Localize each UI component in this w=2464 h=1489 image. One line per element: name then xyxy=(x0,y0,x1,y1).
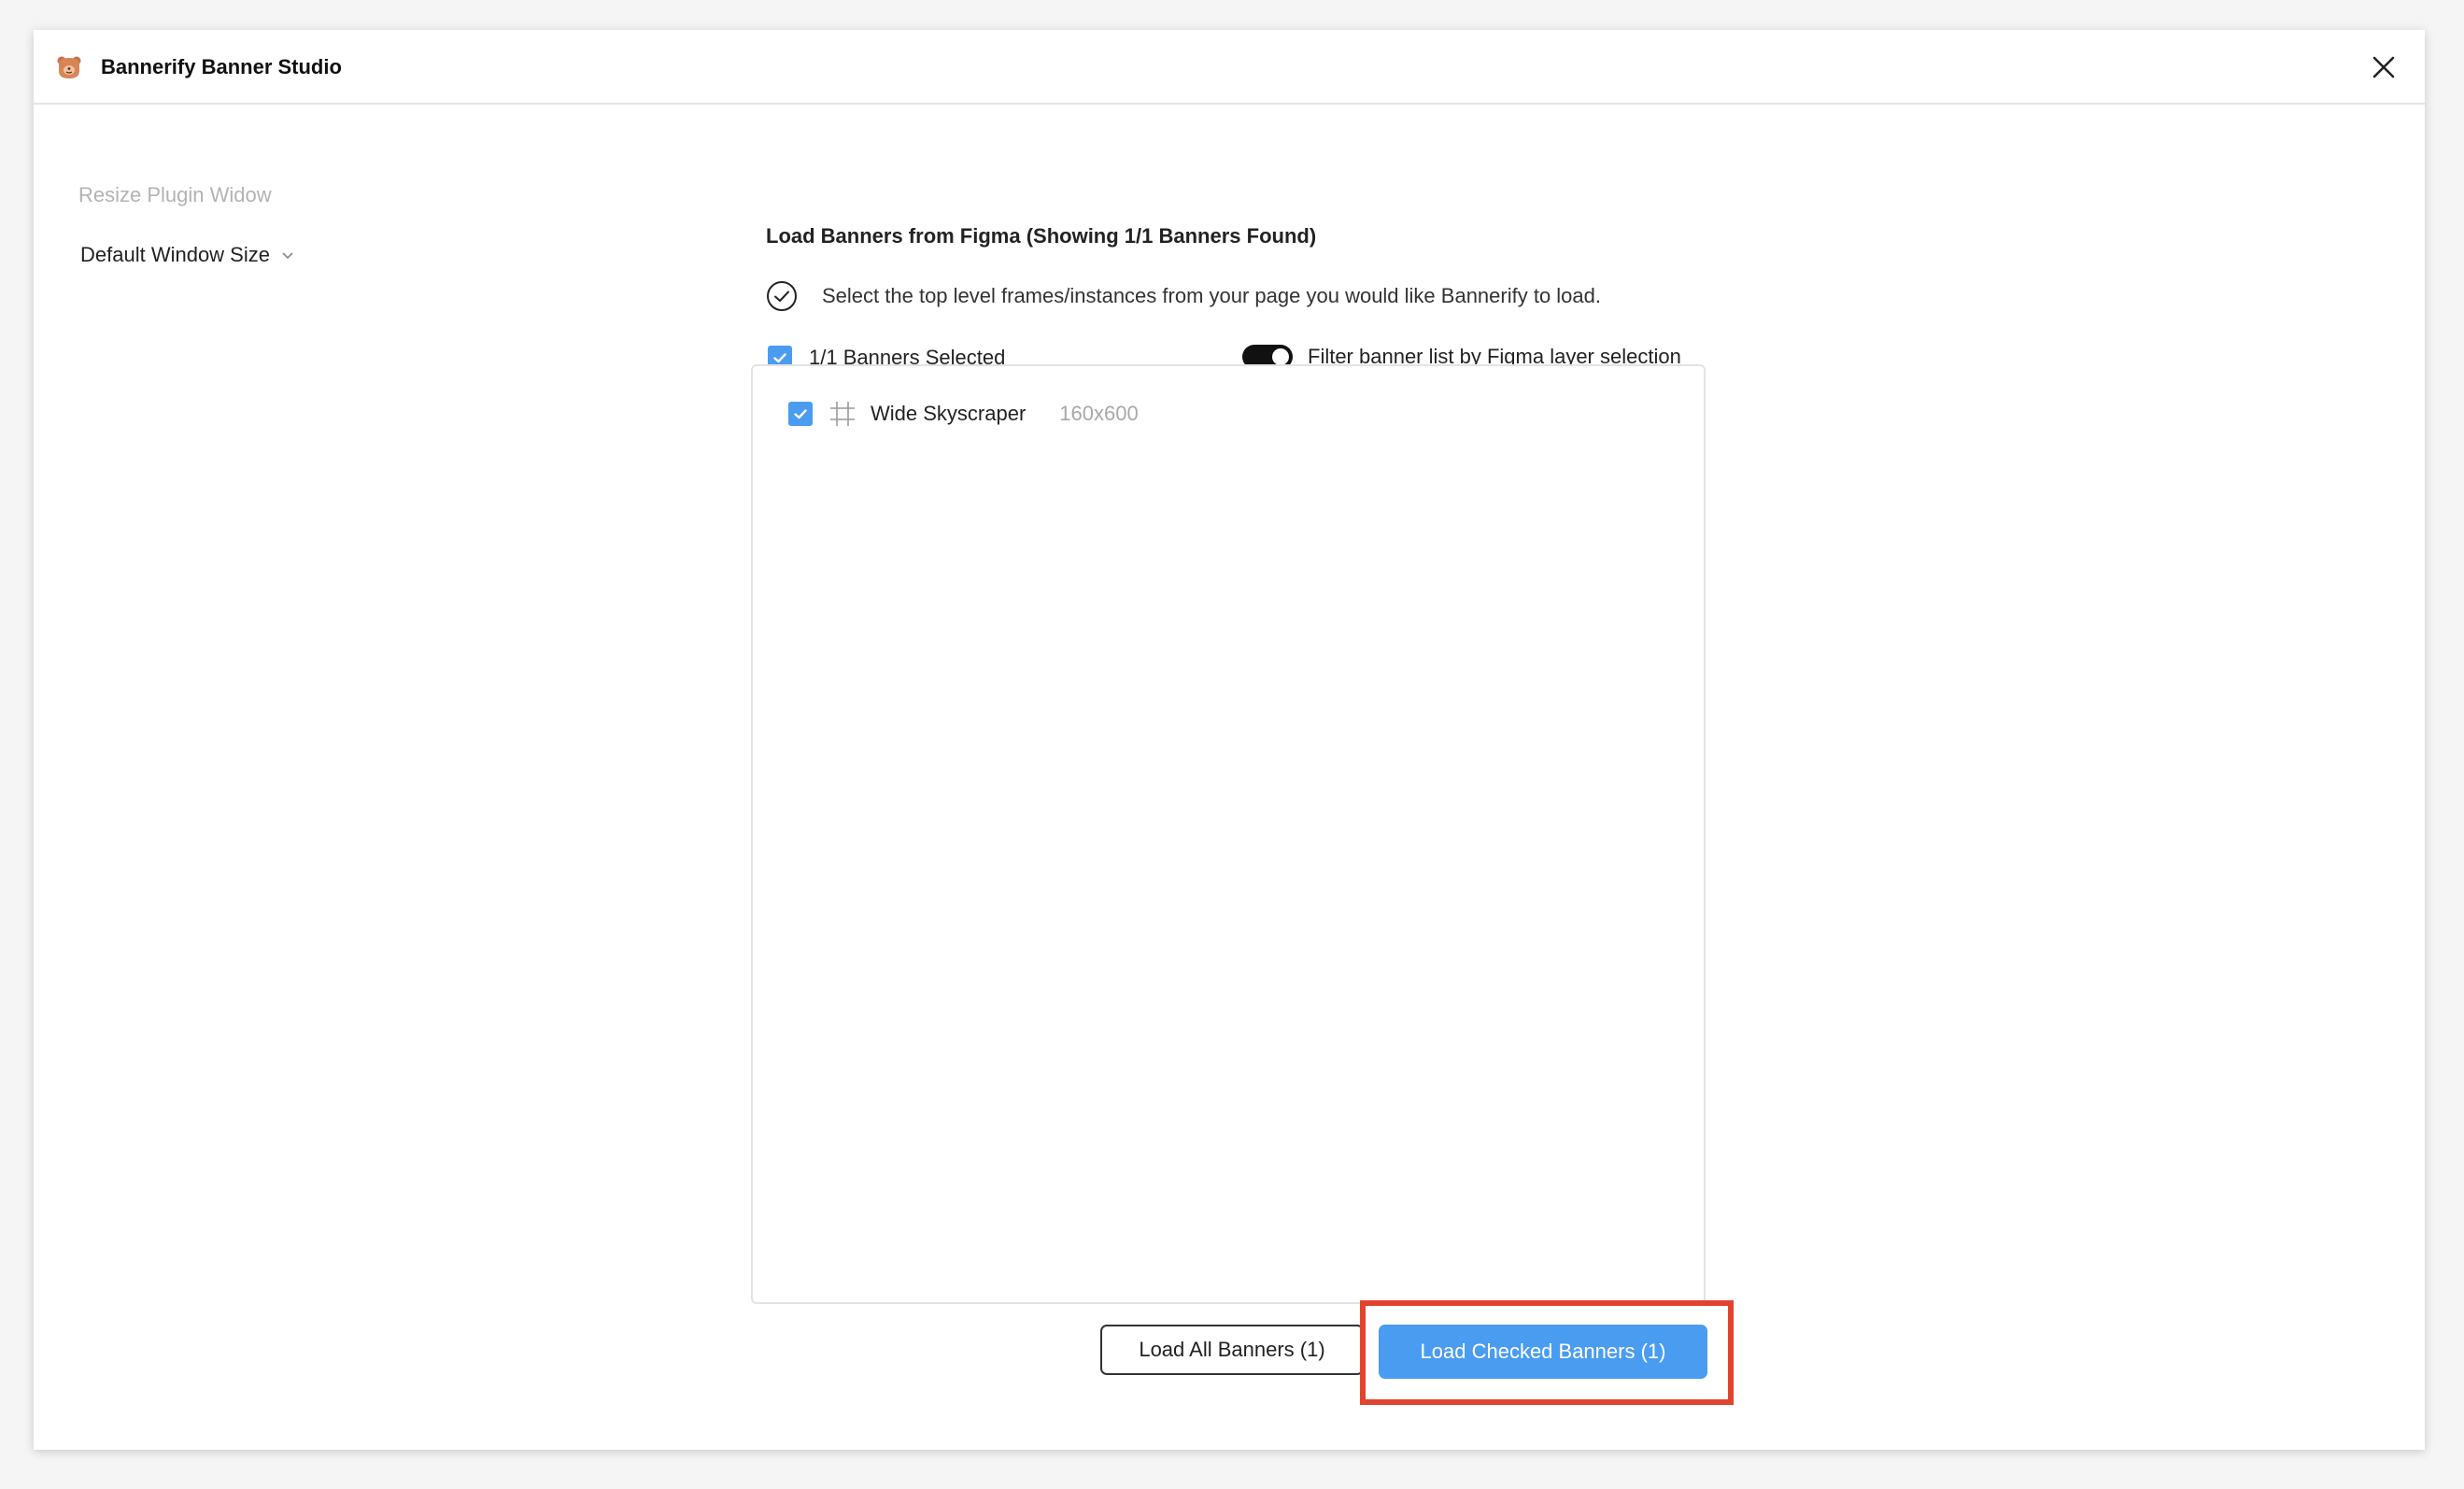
hint-row: Select the top level frames/instances fr… xyxy=(766,280,1601,312)
close-icon[interactable] xyxy=(2365,49,2402,86)
check-circle-icon xyxy=(767,281,797,311)
load-all-banners-button[interactable]: Load All Banners (1) xyxy=(1100,1325,1364,1375)
section-title: Load Banners from Figma (Showing 1/1 Ban… xyxy=(766,224,1317,248)
banner-size: 160x600 xyxy=(1059,402,1139,425)
list-item[interactable]: Wide Skyscraper 160x600 xyxy=(788,398,1139,430)
window-size-value: Default Window Size xyxy=(80,243,270,266)
bear-icon xyxy=(57,56,81,78)
hint-text: Select the top level frames/instances fr… xyxy=(822,284,1602,307)
frame-icon xyxy=(830,402,855,426)
app-title: Bannerify Banner Studio xyxy=(101,55,342,78)
chevron-down-icon xyxy=(282,252,293,260)
banner-checkbox[interactable] xyxy=(788,402,813,426)
load-checked-banners-button[interactable]: Load Checked Banners (1) xyxy=(1379,1325,1707,1379)
toggle-knob xyxy=(1272,348,1289,365)
plugin-window: Bannerify Banner Studio Resize Plugin Wi… xyxy=(34,30,2425,1450)
checkmark-icon xyxy=(794,409,807,419)
resize-window-label: Resize Plugin Widow xyxy=(78,183,272,206)
banner-name: Wide Skyscraper xyxy=(871,402,1027,425)
banner-list: Wide Skyscraper 160x600 xyxy=(751,364,1706,1304)
window-size-dropdown[interactable]: Default Window Size xyxy=(80,241,294,269)
title-bar: Bannerify Banner Studio xyxy=(34,30,2425,105)
